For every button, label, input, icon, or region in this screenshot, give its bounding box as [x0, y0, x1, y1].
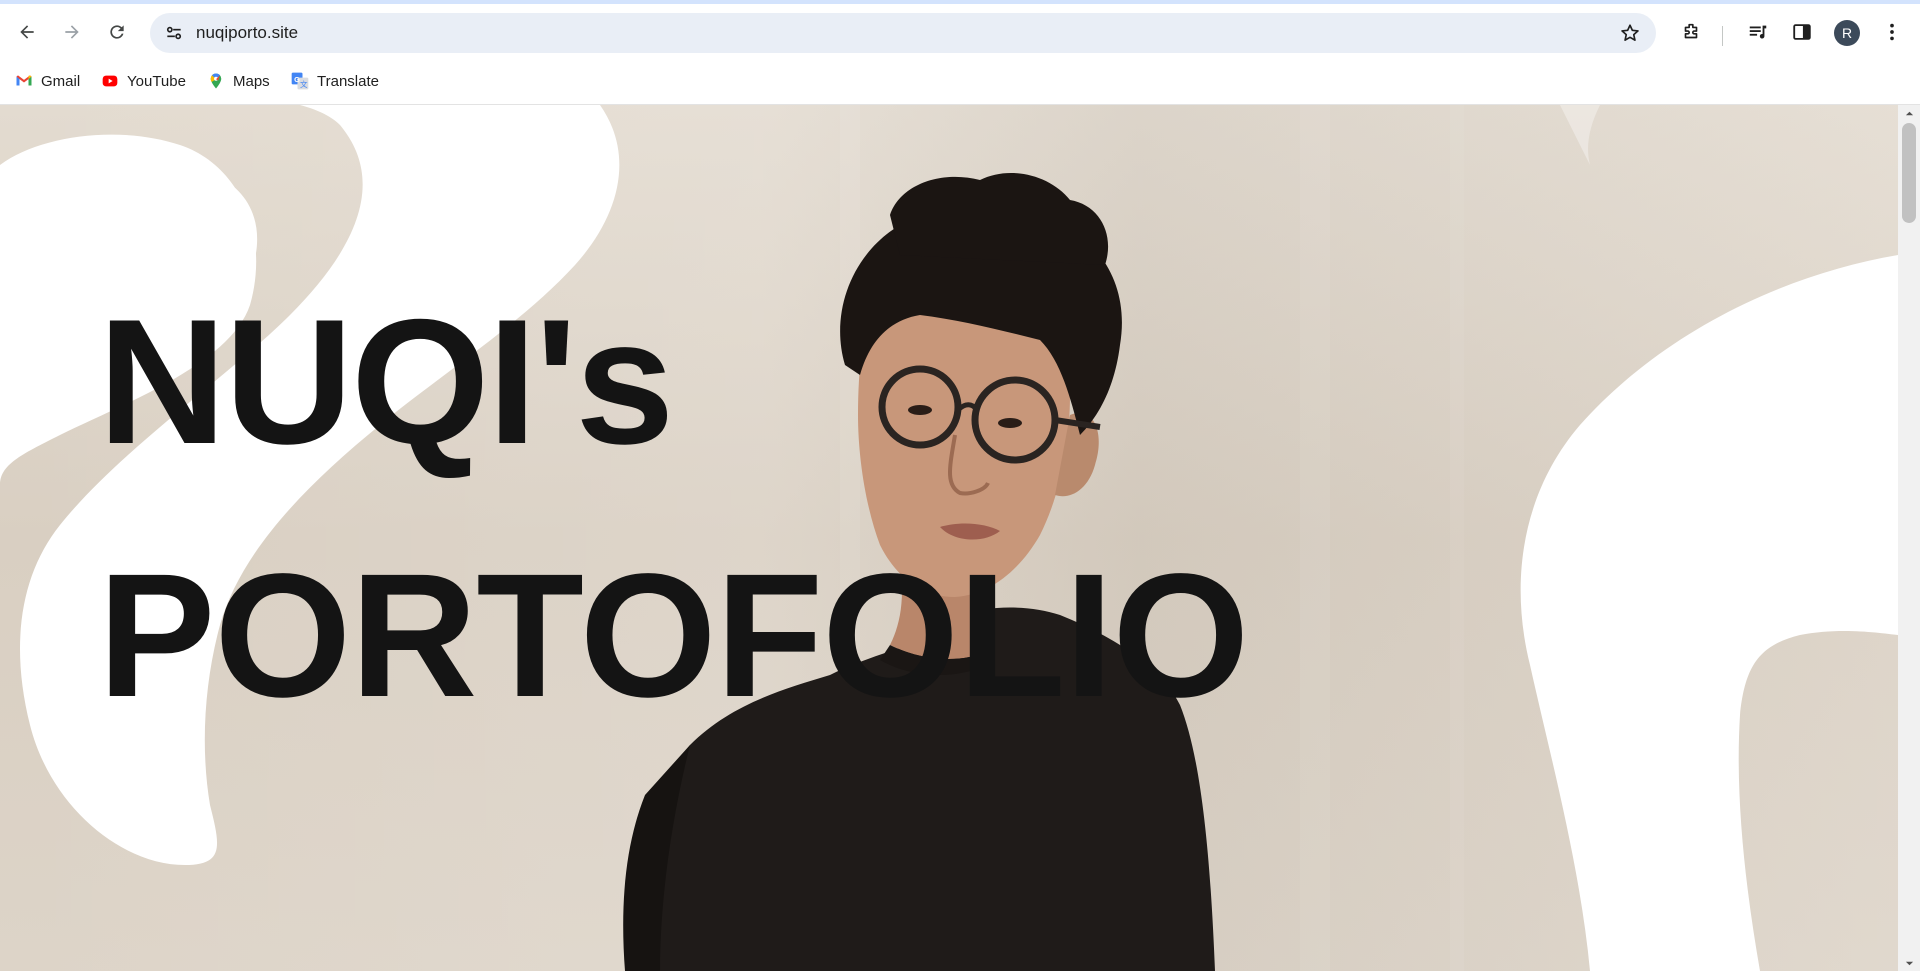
browser-menu-button[interactable] — [1878, 18, 1906, 46]
page-viewport: NUQI's PORTOFOLIO — [0, 105, 1898, 971]
svg-text:文: 文 — [300, 79, 308, 89]
wall-streak — [1450, 105, 1464, 971]
extensions-button[interactable] — [1677, 18, 1705, 46]
scroll-up-arrow-icon[interactable] — [1903, 107, 1915, 119]
translate-icon: G文 — [290, 71, 310, 91]
side-panel-icon — [1793, 24, 1811, 40]
url-text[interactable]: nuqiporto.site — [196, 23, 298, 43]
bookmark-label: Maps — [233, 72, 270, 90]
hero-title-line2: PORTOFOLIO — [98, 538, 1249, 734]
reload-icon — [110, 25, 124, 39]
star-icon — [1621, 24, 1639, 41]
hero-title-line1: NUQI's — [98, 282, 674, 481]
arrow-left-icon — [20, 25, 34, 39]
bookmark-translate[interactable]: G文 Translate — [290, 68, 379, 94]
scrollbar-thumb[interactable] — [1902, 123, 1916, 223]
address-bar[interactable]: nuqiporto.site — [150, 13, 1656, 53]
bookmark-label: Gmail — [41, 72, 81, 90]
kebab-menu-icon — [1890, 23, 1894, 41]
reload-button[interactable] — [101, 16, 133, 48]
page-scrollbar[interactable] — [1898, 105, 1920, 971]
maps-pin-icon — [206, 71, 226, 91]
bookmark-gmail[interactable]: Gmail — [14, 68, 80, 94]
wall-streak — [1300, 105, 1330, 971]
bookmark-maps[interactable]: Maps — [206, 68, 270, 94]
toolbar-divider — [1722, 26, 1723, 46]
puzzle-icon — [1684, 23, 1698, 39]
youtube-icon — [100, 71, 120, 91]
bookmark-star-button[interactable] — [1618, 21, 1642, 45]
bookmarks-bar: Gmail YouTube Maps G文 Translate — [0, 60, 1920, 105]
back-button[interactable] — [11, 16, 43, 48]
forward-button[interactable] — [56, 16, 88, 48]
gmail-icon — [14, 71, 34, 91]
profile-avatar[interactable]: R — [1834, 20, 1860, 46]
bookmark-label: YouTube — [127, 72, 186, 90]
scroll-down-arrow-icon[interactable] — [1903, 957, 1915, 969]
bookmark-label: Translate — [317, 72, 379, 90]
tune-icon — [166, 26, 182, 40]
browser-toolbar: nuqiporto.site R — [0, 4, 1920, 60]
bookmark-youtube[interactable]: YouTube — [100, 68, 186, 94]
arrow-right-icon — [65, 25, 79, 39]
media-control-button[interactable] — [1744, 18, 1772, 46]
site-info-button[interactable] — [160, 19, 188, 47]
media-queue-icon — [1749, 25, 1767, 39]
side-panel-button[interactable] — [1788, 18, 1816, 46]
